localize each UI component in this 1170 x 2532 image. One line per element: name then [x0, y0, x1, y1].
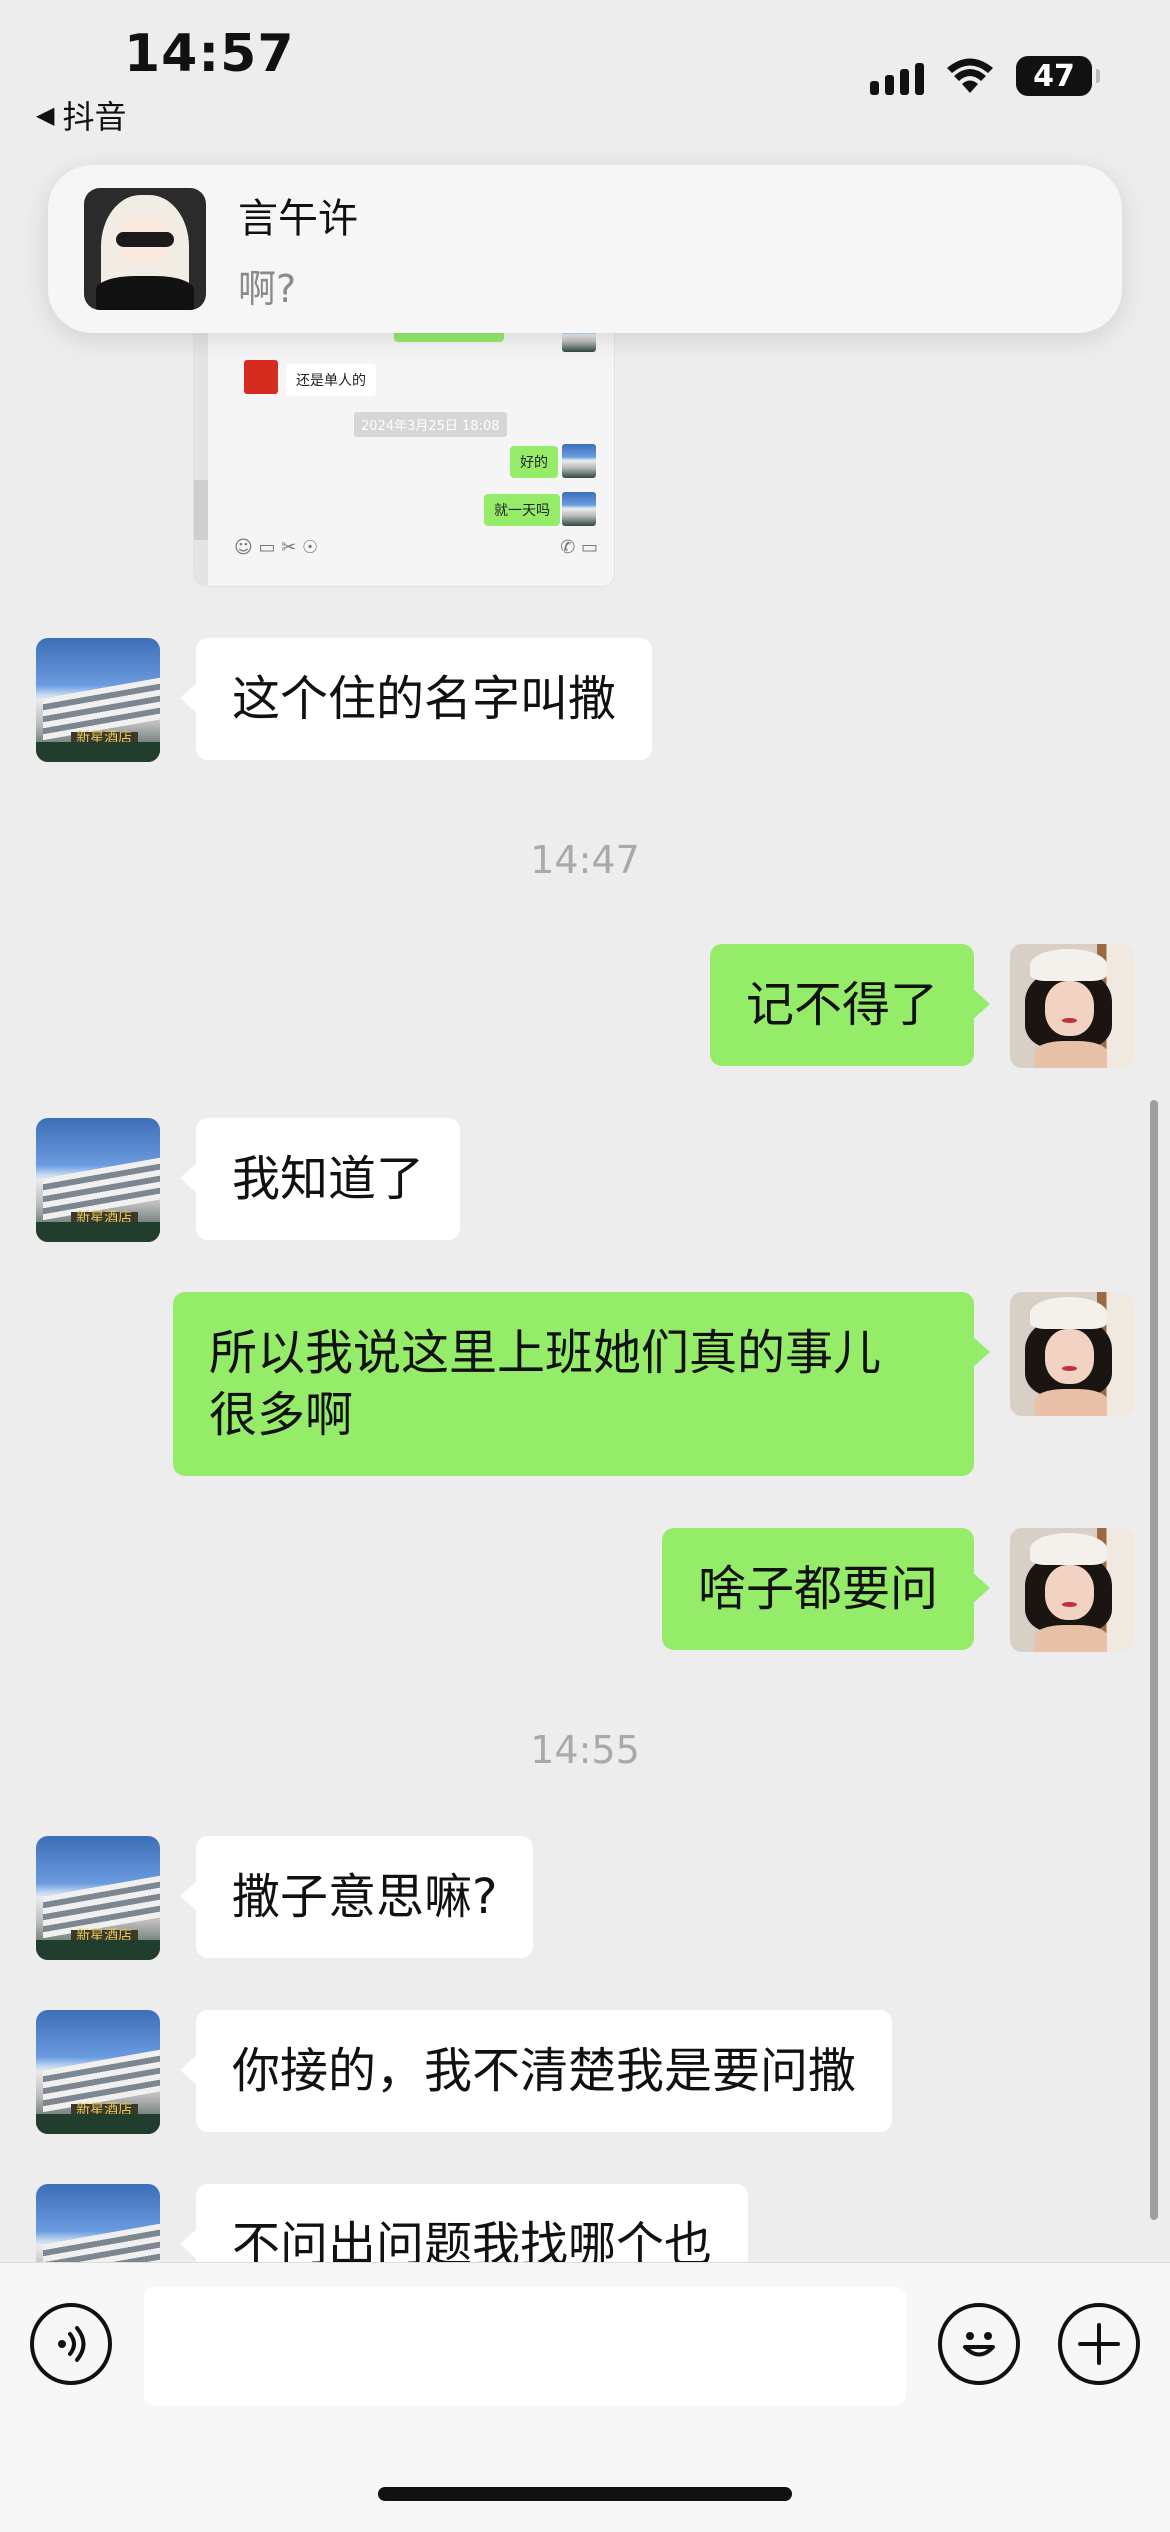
notification-message: 啊?: [238, 266, 297, 311]
mini-toolbar: ☺ ▭ ✂ ☉ ✆ ▭: [234, 537, 598, 558]
mini-bubble: 就一天吗: [484, 494, 560, 526]
contact-avatar[interactable]: 新星酒店: [36, 1836, 160, 1960]
voice-icon: [58, 2326, 86, 2362]
mini-bubble: 好的: [510, 446, 558, 478]
home-indicator[interactable]: [378, 2487, 792, 2501]
message-bubble[interactable]: 你接的，我不清楚我是要问撒: [179, 2010, 893, 2132]
scroll-indicator[interactable]: [1150, 1100, 1158, 2220]
message-bubble[interactable]: 所以我说这里上班她们真的事儿 很多啊: [173, 1292, 990, 1476]
my-avatar[interactable]: [1010, 1528, 1134, 1652]
more-options-button[interactable]: [1058, 2303, 1140, 2385]
chat-screen: 14:57 ◀ 抖音 47 还是单人的 2024年3月25日 18:08 好的 …: [0, 0, 1170, 2532]
battery-indicator: 47: [1016, 56, 1100, 96]
message-bubble[interactable]: 记不得了: [709, 944, 991, 1066]
notification-banner[interactable]: 言午许 啊?: [48, 165, 1122, 333]
screenshot-scrollbar: [194, 300, 208, 586]
mini-timestamp: 2024年3月25日 18:08: [354, 412, 507, 437]
message-bubble[interactable]: 啥子都要问: [661, 1528, 991, 1650]
contact-avatar[interactable]: 新星酒店: [36, 638, 160, 762]
shared-screenshot-image[interactable]: 还是单人的 2024年3月25日 18:08 好的 就一天吗 ☺ ▭ ✂ ☉ ✆…: [194, 300, 614, 586]
mini-avatar: [562, 444, 596, 478]
status-indicators: 47: [870, 56, 1100, 96]
message-input[interactable]: [144, 2287, 906, 2405]
message-bubble[interactable]: 这个住的名字叫撒: [179, 638, 653, 760]
mini-call-icon: ✆ ▭: [560, 537, 598, 558]
mini-emoji-icon: ☺ ▭ ✂ ☉: [234, 537, 319, 558]
notification-avatar: [84, 188, 206, 310]
message-bubble[interactable]: 我知道了: [179, 1118, 461, 1240]
back-app-label: 抖音: [62, 98, 127, 136]
cellular-signal-icon: [870, 57, 924, 95]
emoji-button[interactable]: [938, 2303, 1020, 2385]
chat-input-bar: [0, 2262, 1170, 2532]
mini-avatar: [562, 492, 596, 526]
notification-sender: 言午许: [238, 195, 358, 242]
contact-avatar[interactable]: 新星酒店: [36, 1118, 160, 1242]
my-avatar[interactable]: [1010, 1292, 1134, 1416]
contact-avatar[interactable]: 新星酒店: [36, 2010, 160, 2134]
plus-icon: [1078, 2323, 1120, 2365]
time-separator: 14:47: [530, 838, 640, 882]
status-time: 14:57: [124, 24, 295, 84]
mini-flag-avatar: [244, 360, 278, 394]
wifi-icon: [947, 58, 993, 93]
my-avatar[interactable]: [1010, 944, 1134, 1068]
voice-input-button[interactable]: [30, 2303, 112, 2385]
mini-bubble: 还是单人的: [286, 364, 376, 396]
smiley-icon: [963, 2332, 995, 2357]
back-triangle-icon: ◀: [36, 101, 55, 129]
time-separator: 14:55: [530, 1728, 640, 1772]
message-bubble[interactable]: 撒子意思嘛?: [179, 1836, 534, 1958]
back-to-app-button[interactable]: ◀ 抖音: [36, 92, 126, 138]
